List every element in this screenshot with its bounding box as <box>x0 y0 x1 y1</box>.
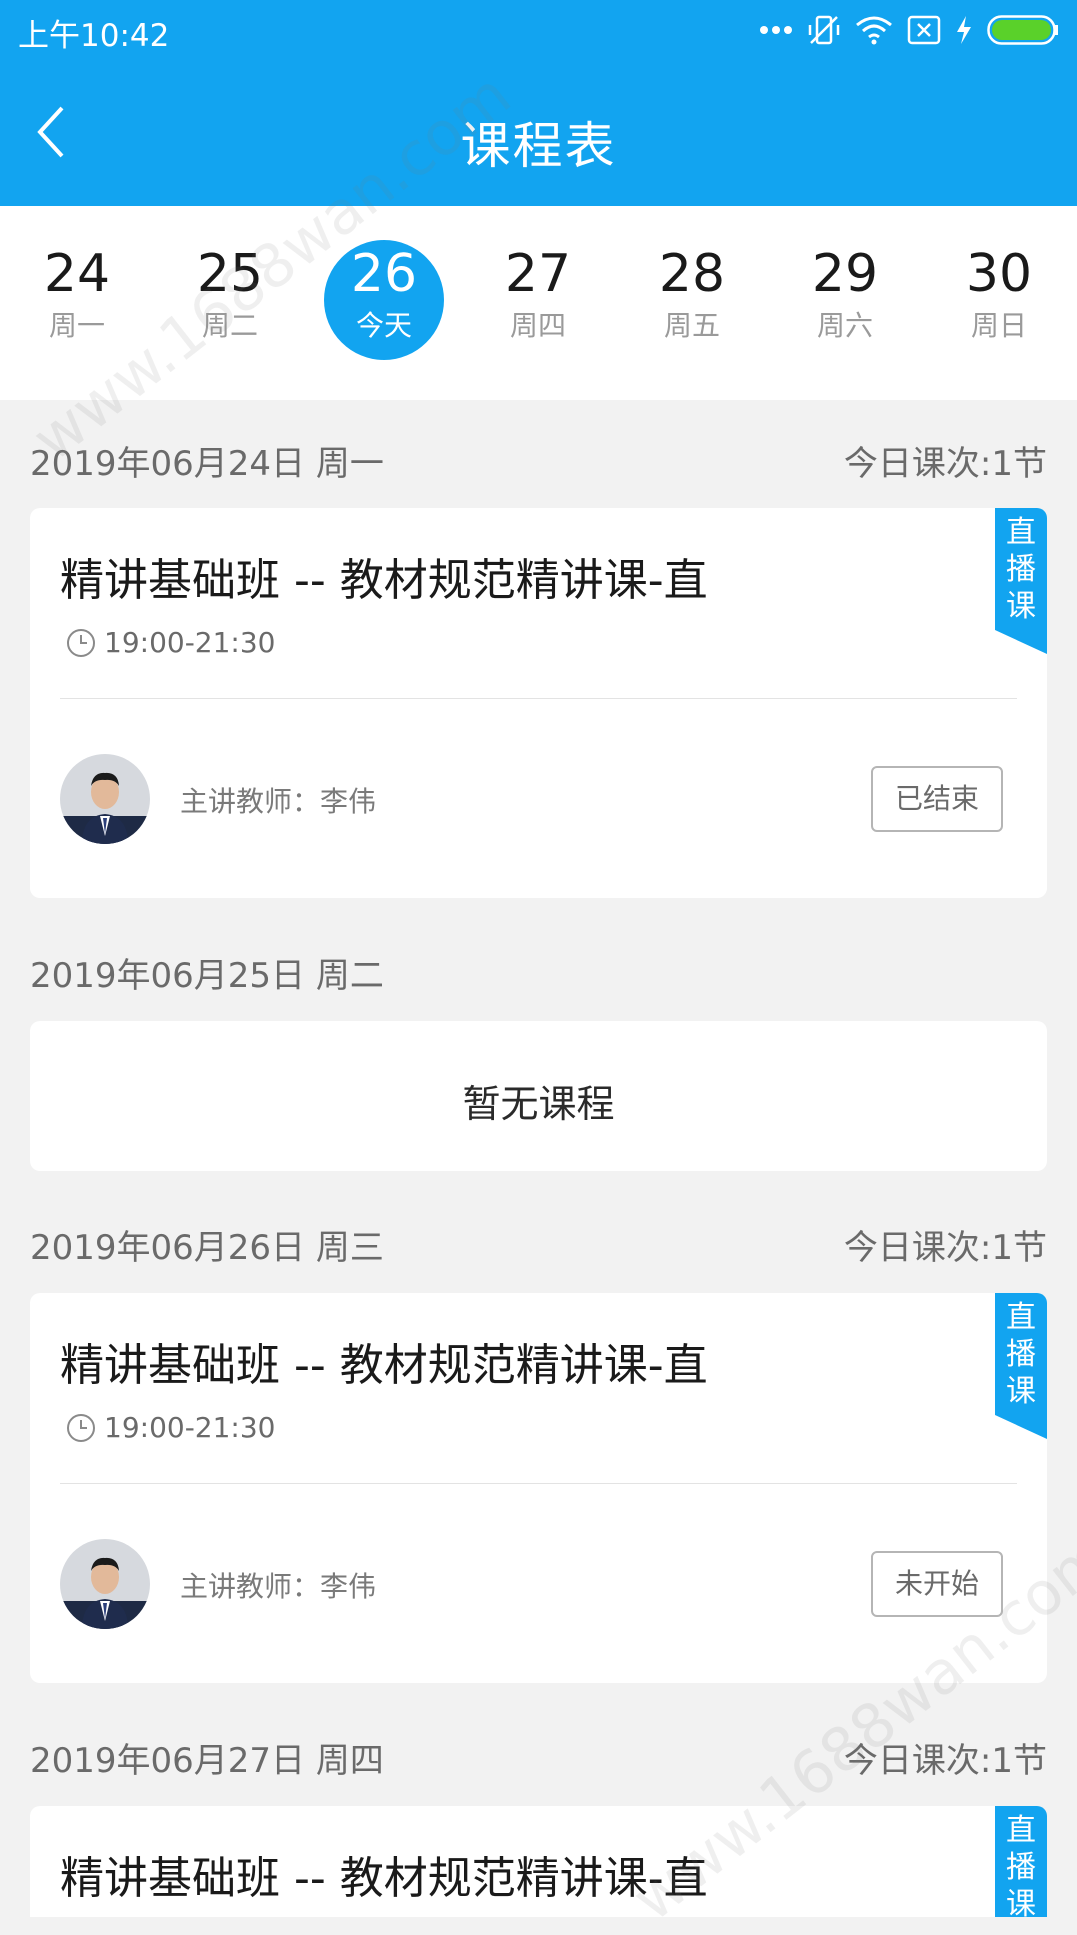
teacher-avatar <box>60 754 150 844</box>
teacher-avatar <box>60 1539 150 1629</box>
date-weekday: 今天 <box>355 309 412 342</box>
day-header: 2019年06月24日 周一 今日课次:1节 <box>30 436 1047 486</box>
status-time: 上午10:42 <box>18 18 170 54</box>
date-number: 28 <box>658 244 726 304</box>
day-date: 2019年06月25日 周二 <box>30 956 384 996</box>
date-number: 30 <box>965 244 1033 304</box>
teacher-name: 主讲教师：李伟 <box>180 785 377 818</box>
day-course-count: 今日课次:1节 <box>843 444 1047 484</box>
status-bar: 上午10:42 <box>0 0 1077 60</box>
date-item-today[interactable]: 26 今天 <box>324 240 444 360</box>
course-card[interactable]: 精讲基础班 -- 教材规范精讲课-直 19:00-21:30 主讲教师：李伟 未… <box>30 1293 1047 1683</box>
clock-icon <box>67 1413 95 1442</box>
date-item-24[interactable]: 24 周一 <box>17 240 137 360</box>
day-date: 2019年06月24日 周一 <box>30 444 384 484</box>
date-item-28[interactable]: 28 周五 <box>632 240 752 360</box>
course-time-text: 19:00-21:30 <box>104 1411 276 1444</box>
vibrate-mute-icon <box>808 15 840 45</box>
day-header: 2019年06月25日 周二 <box>30 948 1047 998</box>
date-weekday: 周五 <box>663 309 720 342</box>
course-status-button[interactable]: 未开始 <box>871 1551 1003 1617</box>
date-weekday: 周一 <box>48 309 105 342</box>
course-time-text: 19:00-21:30 <box>104 626 276 659</box>
date-number: 24 <box>43 244 111 304</box>
date-number: 27 <box>504 244 572 304</box>
course-status-button[interactable]: 已结束 <box>871 766 1003 832</box>
date-number: 25 <box>196 244 264 304</box>
course-title: 精讲基础班 -- 教材规范精讲课-直 <box>60 1853 708 1904</box>
battery-icon <box>987 15 1058 45</box>
date-weekday: 周六 <box>816 309 873 342</box>
date-item-27[interactable]: 27 周四 <box>478 240 598 360</box>
teacher-name: 主讲教师：李伟 <box>180 1570 377 1603</box>
live-tag-text: 直播课 <box>1006 1300 1036 1409</box>
course-time: 19:00-21:30 <box>66 1411 276 1444</box>
date-number: 29 <box>811 244 879 304</box>
live-course-tag: 直播课 <box>995 1806 1047 1917</box>
date-weekday: 周日 <box>970 309 1027 342</box>
date-weekday: 周二 <box>201 309 258 342</box>
day-date: 2019年06月26日 周三 <box>30 1228 384 1268</box>
day-header: 2019年06月26日 周三 今日课次:1节 <box>30 1220 1047 1270</box>
empty-course-card: 暂无课程 <box>30 1021 1047 1171</box>
sim-off-icon <box>907 15 941 45</box>
date-item-25[interactable]: 25 周二 <box>170 240 290 360</box>
date-weekday: 周四 <box>509 309 566 342</box>
live-tag-text: 直播课 <box>1006 1813 1036 1917</box>
page-title: 课程表 <box>460 117 617 175</box>
empty-text: 暂无课程 <box>462 1082 615 1126</box>
live-course-tag: 直播课 <box>995 1293 1047 1439</box>
app-bar: 课程表 <box>0 60 1077 206</box>
clock-icon <box>67 628 95 657</box>
live-course-tag: 直播课 <box>995 508 1047 654</box>
charging-icon <box>957 16 971 44</box>
divider <box>60 698 1017 699</box>
divider <box>60 1483 1017 1484</box>
day-course-count: 今日课次:1节 <box>843 1228 1047 1268</box>
course-title: 精讲基础班 -- 教材规范精讲课-直 <box>60 555 708 606</box>
date-number: 26 <box>350 244 418 304</box>
date-item-30[interactable]: 30 周日 <box>939 240 1059 360</box>
course-title: 精讲基础班 -- 教材规范精讲课-直 <box>60 1340 708 1391</box>
course-time: 19:00-21:30 <box>66 626 276 659</box>
day-course-count: 今日课次:1节 <box>843 1741 1047 1781</box>
course-card[interactable]: 精讲基础班 -- 教材规范精讲课-直 直播课 <box>30 1806 1047 1917</box>
course-card[interactable]: 精讲基础班 -- 教材规范精讲课-直 19:00-21:30 主讲教师：李伟 已… <box>30 508 1047 898</box>
week-date-strip: 24 周一 25 周二 26 今天 27 周四 28 周五 29 周六 30 周… <box>0 206 1077 400</box>
day-header: 2019年06月27日 周四 今日课次:1节 <box>30 1733 1047 1783</box>
more-dots-icon <box>760 26 792 34</box>
live-tag-text: 直播课 <box>1006 515 1036 624</box>
date-item-29[interactable]: 29 周六 <box>785 240 905 360</box>
status-icons <box>759 12 1059 48</box>
wifi-icon <box>856 16 892 45</box>
day-date: 2019年06月27日 周四 <box>30 1741 384 1781</box>
